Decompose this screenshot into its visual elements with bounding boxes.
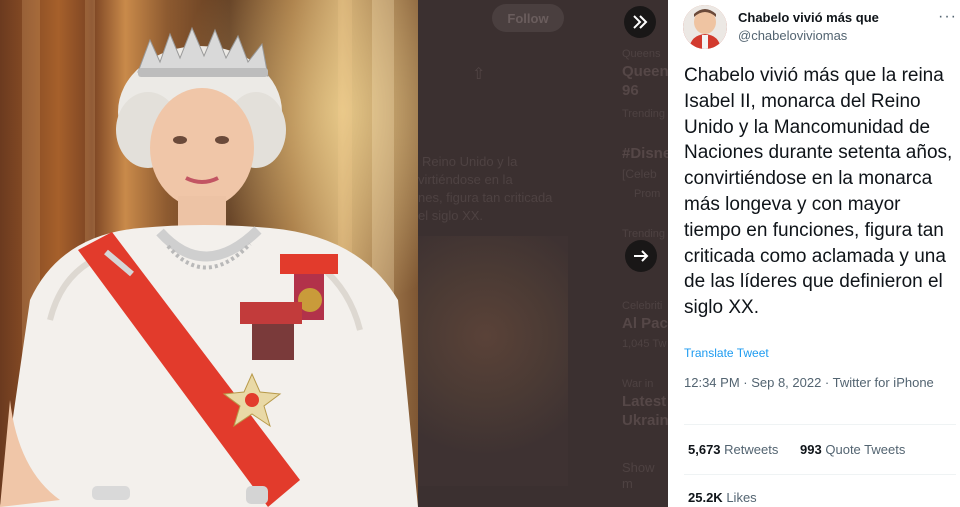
double-chevron-right-icon <box>633 15 648 29</box>
dim-snippet: Show m <box>622 460 655 491</box>
quotes-label: Quote Tweets <box>825 442 906 457</box>
dim-snippet: Queens <box>622 48 661 60</box>
arrow-right-icon <box>634 250 649 262</box>
likes-label: Likes <box>726 490 757 505</box>
dim-snippet: [Celeb <box>622 167 657 181</box>
dim-snippet: nes, figura tan criticada <box>418 190 553 205</box>
share-icon: ⇧ <box>472 66 486 83</box>
dim-snippet: Celebriti <box>622 300 663 312</box>
dim-snippet: #Disne <box>622 145 668 162</box>
dim-snippet: Trending <box>622 108 666 120</box>
tweet-timestamp[interactable]: 12:34 PM · Sep 8, 2022 · Twitter for iPh… <box>684 374 944 393</box>
collapse-panel-button[interactable] <box>624 6 656 38</box>
dim-snippet: War in <box>622 378 654 390</box>
retweets-count: 5,673 <box>688 442 721 457</box>
tweet-detail-panel: Chabelo vivió más que @chabeloviviomas ·… <box>668 0 960 507</box>
dim-snippet: Ukrain <box>622 412 668 429</box>
dim-snippet: el siglo XX. <box>418 208 484 223</box>
dim-snippet: Al Pac <box>622 315 668 332</box>
engagement-stats: 5,673 Retweets 993 Quote Tweets <box>688 442 905 457</box>
likes-stat[interactable]: 25.2K Likes <box>688 490 757 505</box>
queen-illustration <box>0 26 418 507</box>
avatar[interactable] <box>683 5 727 49</box>
media-viewer: Queens Queen' 96 Trending #Disne [Celeb … <box>0 0 960 507</box>
retweets-label: Retweets <box>724 442 779 457</box>
dim-avatar-photo <box>418 236 568 486</box>
avatar-image <box>683 5 727 49</box>
author-handle[interactable]: @chabeloviviomas <box>738 28 847 43</box>
dim-snippet: 96 <box>622 82 639 99</box>
divider <box>684 474 956 475</box>
dim-snippet: Prom <box>634 188 661 200</box>
divider <box>684 424 956 425</box>
author-name[interactable]: Chabelo vivió más que <box>738 10 879 25</box>
dim-snippet: Reino Unido y la <box>422 154 518 169</box>
likes-count: 25.2K <box>688 490 723 505</box>
retweets-stat[interactable]: 5,673 Retweets <box>688 442 778 457</box>
next-image-button[interactable] <box>625 240 657 272</box>
quotes-count: 993 <box>800 442 822 457</box>
dim-snippet: 1,045 Tw <box>622 338 667 350</box>
tweet-photo[interactable] <box>0 0 418 507</box>
follow-button[interactable]: Follow <box>492 4 564 32</box>
tweet-text: Chabelo vivió más que la reina Isabel II… <box>684 65 953 319</box>
translate-tweet-link[interactable]: Translate Tweet <box>684 346 769 360</box>
quotes-stat[interactable]: 993 Quote Tweets <box>800 442 905 457</box>
dim-snippet: virtiéndose en la <box>418 172 513 187</box>
dim-snippet: Latest <box>622 393 667 410</box>
more-dots-icon[interactable]: ··· <box>938 8 957 26</box>
dim-snippet: Queen' <box>622 63 668 80</box>
